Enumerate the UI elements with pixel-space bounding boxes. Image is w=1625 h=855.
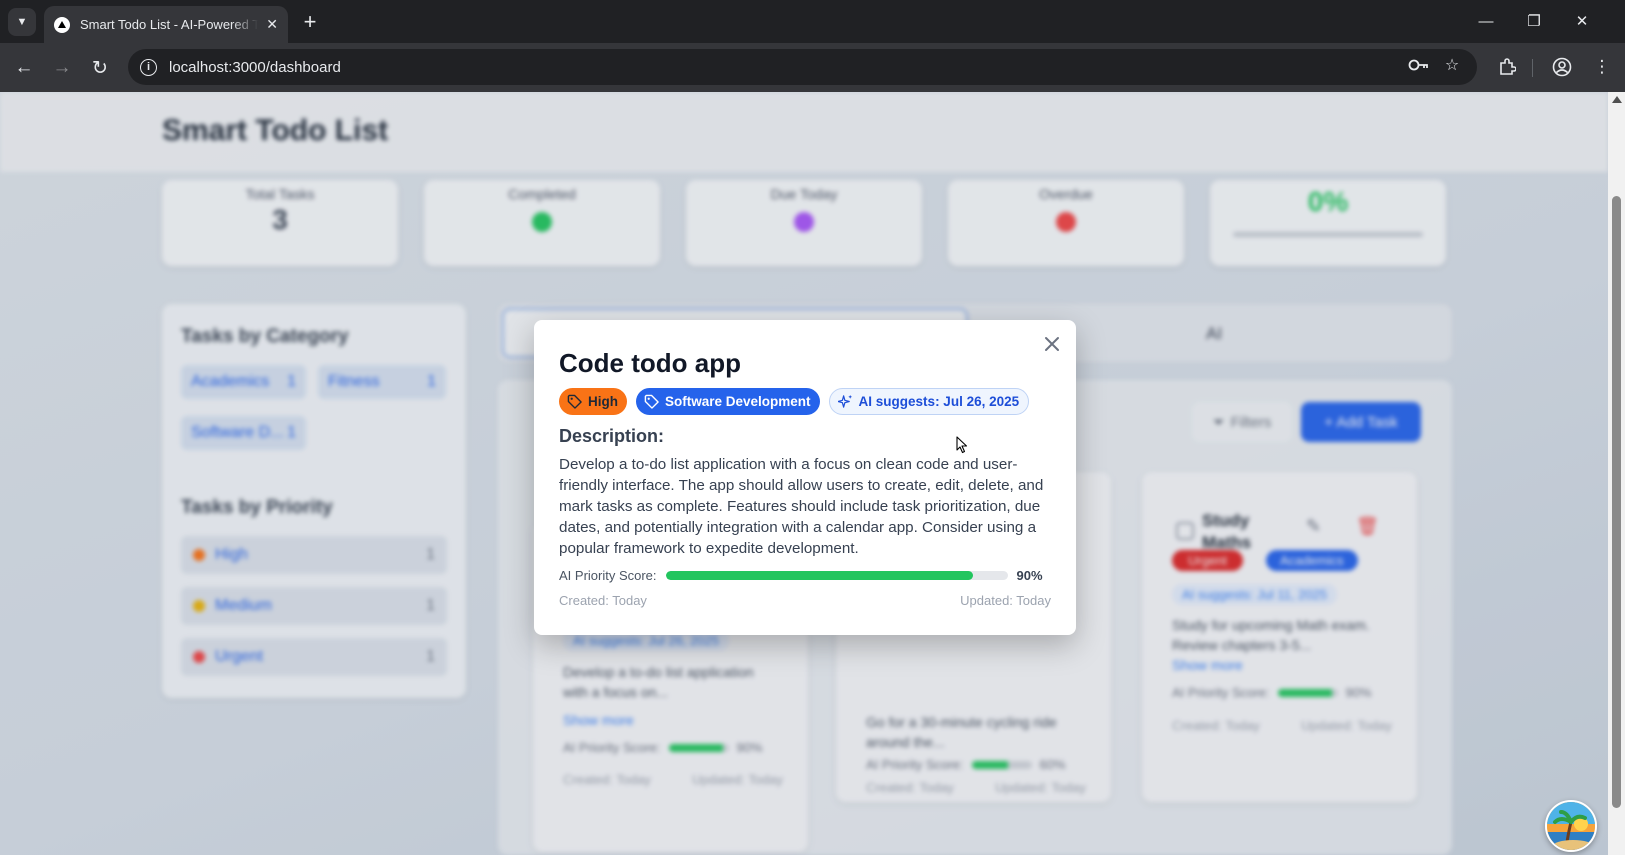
sparkles-icon xyxy=(837,394,852,408)
category-badge: Software Development xyxy=(636,388,820,415)
scroll-up-icon[interactable] xyxy=(1612,96,1622,103)
ai-suggestion-badge: AI suggests: Jul 26, 2025 xyxy=(828,388,1030,415)
modal-badges: High Software Development AI suggests: J… xyxy=(559,388,1030,415)
close-icon[interactable] xyxy=(1038,330,1066,358)
tab-search-button[interactable]: ▼ xyxy=(8,8,36,36)
score-value: 90% xyxy=(1016,568,1043,583)
new-tab-button[interactable]: + xyxy=(296,8,324,36)
browser-menu-icon[interactable]: ⋮ xyxy=(1587,52,1617,82)
scrollbar-thumb[interactable] xyxy=(1612,196,1621,808)
toolbar-divider xyxy=(1532,59,1533,77)
profile-icon[interactable] xyxy=(1547,52,1577,82)
created-label: Created: Today xyxy=(559,593,647,608)
back-button[interactable]: ← xyxy=(9,53,39,83)
tab-close-icon[interactable]: ✕ xyxy=(266,16,278,33)
ai-suggestion-label: AI suggests: Jul 26, 2025 xyxy=(858,394,1020,409)
score-fill xyxy=(665,571,974,580)
modal-title: Code todo app xyxy=(559,348,741,378)
browser-tab[interactable]: Smart Todo List - AI-Powered Task Manage… xyxy=(44,6,288,43)
site-info-icon[interactable]: i xyxy=(140,58,157,76)
page-scrollbar[interactable] xyxy=(1608,92,1625,855)
url-text: localhost:3000/dashboard xyxy=(169,58,341,76)
score-label: AI Priority Score: xyxy=(559,568,657,583)
description-heading: Description: xyxy=(559,426,665,446)
priority-badge: High xyxy=(559,388,627,415)
category-badge-label: Software Development xyxy=(665,394,811,409)
task-detail-modal: Code todo app High Software Development … xyxy=(534,320,1076,635)
description-text: Develop a to-do list application with a … xyxy=(559,456,1044,557)
browser-tab-bar: ▼ Smart Todo List - AI-Powered Task Mana… xyxy=(0,0,1625,43)
password-key-icon[interactable] xyxy=(1405,52,1431,78)
vercel-logo-icon xyxy=(54,16,70,33)
window-close-button[interactable]: ✕ xyxy=(1562,6,1602,36)
browser-toolbar: ← → ↻ i localhost:3000/dashboard ☆ ⋮ xyxy=(0,43,1625,92)
minimize-button[interactable]: — xyxy=(1466,6,1506,36)
restore-button[interactable]: ❐ xyxy=(1514,6,1554,36)
address-bar[interactable]: i localhost:3000/dashboard xyxy=(128,49,1477,85)
reload-button[interactable]: ↻ xyxy=(85,53,115,83)
priority-badge-label: High xyxy=(588,394,618,409)
tag-icon xyxy=(644,394,659,409)
tab-title: Smart Todo List - AI-Powered Task Manage… xyxy=(80,17,259,32)
score-bar xyxy=(665,571,1008,580)
forward-button[interactable]: → xyxy=(47,53,77,83)
extensions-icon[interactable] xyxy=(1492,52,1522,82)
mouse-cursor-icon xyxy=(956,436,968,454)
updated-label: Updated: Today xyxy=(960,593,1051,608)
bookmark-star-icon[interactable]: ☆ xyxy=(1439,52,1465,78)
chevron-down-icon: ▼ xyxy=(16,16,28,28)
modal-meta: Created: Today Updated: Today xyxy=(559,593,1051,608)
priority-score-row: AI Priority Score: 90% xyxy=(559,568,1051,583)
tag-icon xyxy=(567,394,582,409)
assistant-widget-button[interactable] xyxy=(1545,800,1597,852)
